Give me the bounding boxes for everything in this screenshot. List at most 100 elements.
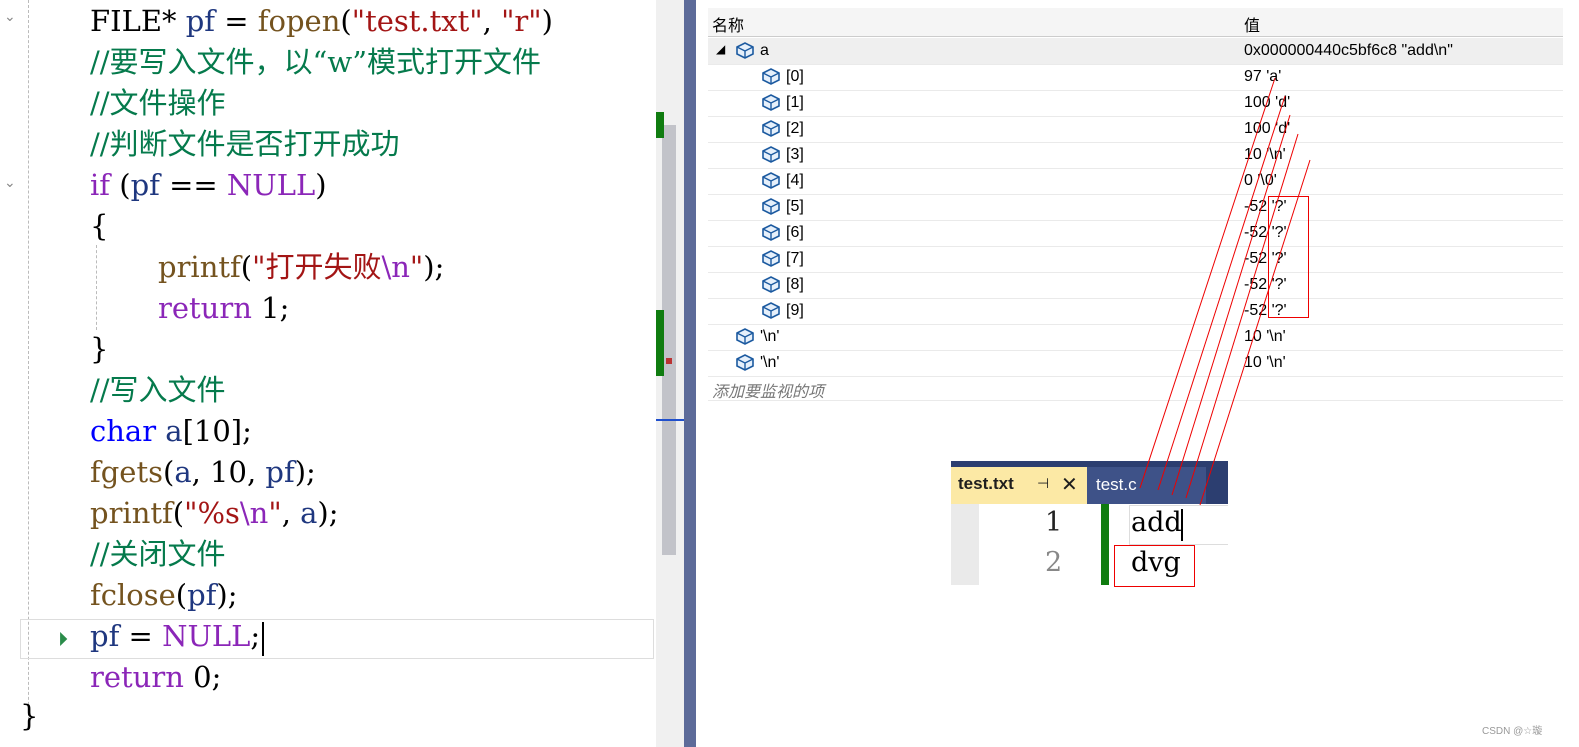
watch-name: [5] [786,198,804,215]
code-line[interactable]: printf("打开失败\n"); [158,247,444,288]
file-line-text[interactable]: add [1131,507,1182,538]
editor-scrollbar[interactable] [656,0,684,747]
code-token: , [281,496,301,530]
code-token: [10]; [182,414,252,448]
code-line[interactable]: char a[10]; [90,411,252,452]
tab-test-txt[interactable]: test.txt ⊣ ✕ [951,467,1087,504]
watch-row[interactable]: [1] 100 'd' [708,90,1563,117]
watch-value[interactable]: 97 'a' [1244,68,1281,86]
panel-splitter[interactable] [684,0,696,747]
watch-value[interactable]: 10 '\n' [1244,354,1286,372]
watch-row[interactable]: [5] -52 '?' [708,194,1563,221]
code-line[interactable]: return 1; [158,288,289,329]
tab-label: test.txt [958,474,1014,493]
add-watch-row[interactable]: 添加要监视的项 [708,374,1563,401]
code-token: ); [294,455,316,489]
code-editor[interactable]: ⌄ ⌄ ⏵ FILE* pf = fopen("test.txt", "r") /… [0,0,656,747]
watch-row[interactable]: [4] 0 '\0' [708,168,1563,195]
code-line[interactable]: printf("%s\n", a); [90,493,339,534]
instruction-pointer-icon: ⏵ [58,627,68,651]
code-token: ( [175,578,188,612]
watch-value[interactable]: 100 'd' [1244,94,1290,112]
code-line[interactable]: pf = NULL; [90,616,260,657]
collapse-arrow-icon[interactable]: ◢ [716,42,725,56]
watch-name: [8] [786,276,804,293]
code-line[interactable]: fclose(pf); [90,575,238,616]
code-token: FILE* [90,4,186,38]
tab-test-c[interactable]: test.c [1087,467,1206,504]
watch-row[interactable]: [3] 10 '\n' [708,142,1563,169]
watch-row[interactable]: ◢ a 0x000000440c5bf6c8 "add\n" [708,38,1563,65]
code-token: \n [381,250,410,284]
text-caret [1181,509,1183,541]
fold-chevron-icon[interactable]: ⌄ [4,176,18,190]
code-line[interactable]: //判断文件是否打开成功 [90,124,400,165]
watch-value[interactable]: 0x000000440c5bf6c8 "add\n" [1244,42,1453,60]
code-token: fopen [257,4,341,38]
watch-row[interactable]: [8] -52 '?' [708,272,1563,299]
scroll-thumb[interactable] [662,125,676,555]
code-line[interactable]: //要写入文件，以“w”模式打开文件 [90,42,541,83]
watch-row[interactable]: '\n' 10 '\n' [708,324,1563,351]
variable-cube-icon [734,353,756,371]
code-token: ( [110,168,131,202]
code-line[interactable]: //关闭文件 [90,534,226,575]
code-token: printf [158,250,241,284]
code-line[interactable]: FILE* pf = fopen("test.txt", "r") [90,1,553,42]
close-icon[interactable]: ✕ [1061,472,1078,496]
change-marker [656,310,664,376]
code-token: ); [317,496,339,530]
code-token: "r" [501,4,542,38]
code-token: } [90,332,109,366]
code-line[interactable]: fgets(a, 10, pf); [90,452,316,493]
variable-cube-icon [760,223,782,241]
annotation-box [1114,545,1195,587]
code-token: ); [216,578,238,612]
code-token: return [158,291,252,325]
watch-header: 名称 值 [708,8,1563,37]
variable-cube-icon [760,171,782,189]
name-column-header[interactable]: 名称 [712,12,744,36]
code-line[interactable]: //写入文件 [90,370,226,411]
line-gutter [951,504,979,585]
watch-name: [7] [786,250,804,267]
value-column-header[interactable]: 值 [1244,12,1260,36]
code-token: ( [172,496,185,530]
code-token: "打开失败 [252,250,382,284]
variable-cube-icon [760,119,782,137]
code-line[interactable]: if (pf == NULL) [90,165,327,206]
code-token: = [215,4,258,38]
watch-name: [6] [786,224,804,241]
code-token: ( [340,4,352,38]
code-token: return [90,660,184,694]
code-token: " [268,496,282,530]
watch-value[interactable]: 100 'd' [1244,120,1290,138]
watch-value[interactable]: 0 '\0' [1244,172,1277,190]
code-token: NULL [162,619,251,653]
variable-cube-icon [734,327,756,345]
watch-row[interactable]: [9] -52 '?' [708,298,1563,325]
code-line[interactable]: { [90,206,108,247]
code-line[interactable]: } [90,329,108,370]
watch-row[interactable]: [2] 100 'd' [708,116,1563,143]
code-token: pf [90,619,120,653]
watch-row[interactable]: [6] -52 '?' [708,220,1563,247]
watch-value[interactable]: 10 '\n' [1244,146,1286,164]
watch-name: [4] [786,172,804,189]
code-line[interactable]: //文件操作 [90,83,226,124]
variable-cube-icon [760,301,782,319]
add-watch-placeholder[interactable]: 添加要监视的项 [712,378,824,402]
pin-icon[interactable]: ⊣ [1037,476,1049,492]
watch-value[interactable]: 10 '\n' [1244,328,1286,346]
code-token: pf [185,4,216,38]
watch-row[interactable]: [7] -52 '?' [708,246,1563,273]
watch-name: [2] [786,120,804,137]
indent-guide [96,245,97,330]
code-line[interactable]: return 0; [90,657,221,698]
fold-chevron-icon[interactable]: ⌄ [4,10,18,24]
change-bar [1101,504,1109,585]
code-token: fgets [90,455,163,489]
watch-row[interactable]: [0] 97 'a' [708,64,1563,91]
code-token: ); [423,250,445,284]
watch-row[interactable]: '\n' 10 '\n' [708,350,1563,377]
